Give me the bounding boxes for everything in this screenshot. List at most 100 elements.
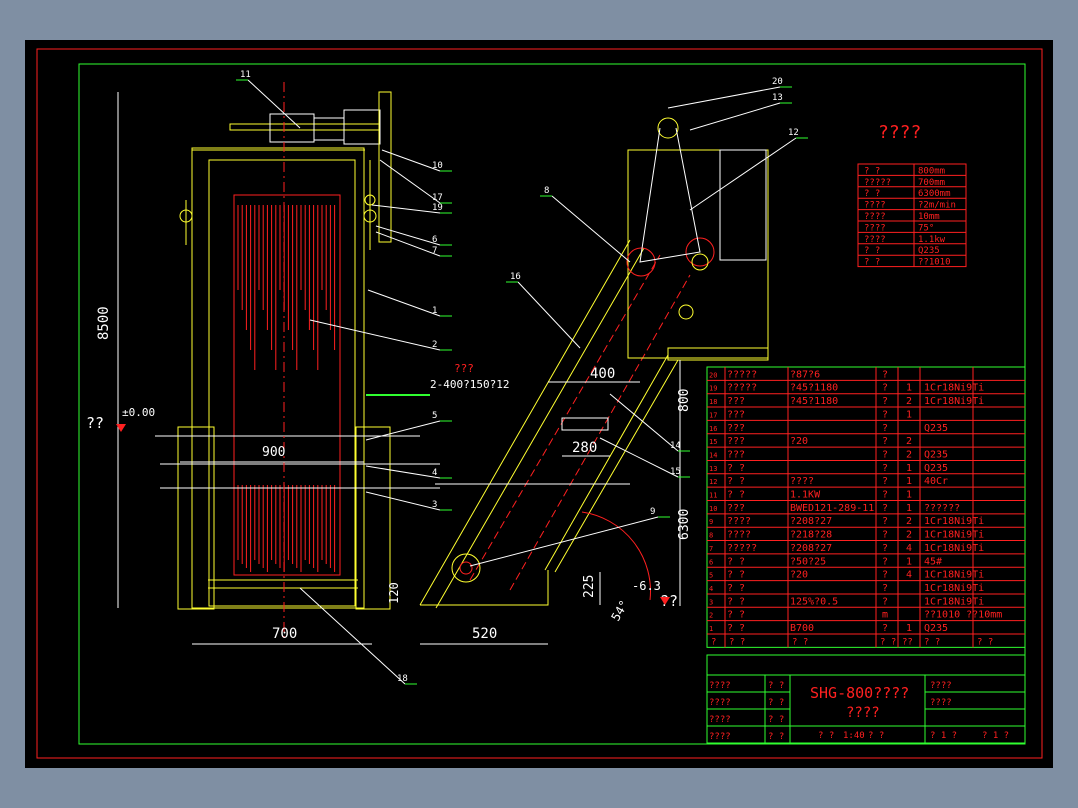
- bom-cell: ?45?1180: [790, 396, 838, 407]
- balloon-10: 10: [432, 161, 443, 171]
- param-value: Q235: [918, 246, 940, 256]
- cad-viewport: 8500900700 520400280800630022512054°-6.3±…: [25, 40, 1053, 768]
- bom-cell: 1.1KW: [790, 490, 821, 501]
- bom-cell: 10: [709, 505, 717, 513]
- bom-cell: ?: [882, 409, 888, 420]
- bom-cell: B700: [790, 623, 814, 634]
- bom-cell: ??????: [924, 503, 960, 514]
- level-note-left: ??: [86, 414, 104, 432]
- bom-cell: ?20: [790, 570, 808, 581]
- bom-cell: ???: [727, 449, 745, 460]
- balloon-6: 6: [432, 235, 437, 245]
- bom-cell: 1Cr18Ni9Ti: [924, 530, 984, 541]
- bom-cell: ?87?6: [790, 369, 820, 380]
- bom-cell: 1Cr18Ni9Ti: [924, 516, 984, 527]
- balloon-12: 12: [788, 128, 799, 138]
- bom-cell: Q235: [924, 623, 948, 634]
- bom-cell: 4: [709, 585, 713, 593]
- bom-cell: ? ?: [727, 623, 745, 634]
- bom-cell: ???: [727, 503, 745, 514]
- param-value: 10mm: [918, 212, 940, 222]
- bom-cell: 40Cr: [924, 476, 948, 487]
- title-cell-b: ? ?: [868, 731, 884, 741]
- bom-cell: 2: [906, 436, 912, 447]
- title-left-label: ????: [709, 698, 731, 708]
- bom-cell: 2: [906, 396, 912, 407]
- bom-cell: ?: [882, 449, 888, 460]
- scale-label: 1:40: [843, 731, 865, 741]
- bom-cell: ? ?: [727, 476, 745, 487]
- bom-cell: 2: [709, 612, 713, 620]
- dim-700: 700: [272, 626, 297, 642]
- param-label: ????: [864, 212, 886, 222]
- bom-cell: 1: [906, 476, 912, 487]
- bom-cell: ?: [882, 623, 888, 634]
- balloon-19: 19: [432, 203, 443, 213]
- bom-cell: 1Cr18Ni9Ti: [924, 383, 984, 394]
- elev-minus-6-3: -6.3: [632, 579, 661, 593]
- bom-cell: 17: [709, 411, 717, 419]
- bom-cell: ?45?1180: [790, 383, 838, 394]
- bom-cell: 1: [709, 625, 713, 633]
- bom-cell: ?: [882, 596, 888, 607]
- bom-cell: ?: [882, 396, 888, 407]
- title-left-mid: ? ?: [768, 681, 784, 691]
- balloon-3: 3: [432, 500, 437, 510]
- title-left-mid: ? ?: [768, 732, 784, 742]
- bom-cell: ?: [882, 369, 888, 380]
- bom-cell: 4: [906, 543, 912, 554]
- bom-cell: ???: [727, 409, 745, 420]
- sheet-b: ? 1 ?: [982, 731, 1009, 741]
- bom-cell: ?: [882, 503, 888, 514]
- param-label: ????: [864, 235, 886, 245]
- dim-280: 280: [572, 440, 597, 456]
- param-value: ?2m/min: [918, 201, 956, 211]
- bom-cell: ?: [882, 543, 888, 554]
- bom-cell: ?????: [727, 369, 757, 380]
- bom-cell: 1: [906, 463, 912, 474]
- bom-cell: ?: [882, 556, 888, 567]
- sheet-a: ? 1 ?: [930, 731, 957, 741]
- bom-cell: 1Cr18Ni9Ti: [924, 543, 984, 554]
- balloon-17: 17: [432, 193, 443, 203]
- title-left-label: ????: [709, 715, 731, 725]
- bom-cell: ?????: [727, 543, 757, 554]
- bom-cell: 12: [709, 478, 717, 486]
- balloon-1: 1: [432, 306, 437, 316]
- bom-cell: 1Cr18Ni9Ti: [924, 583, 984, 594]
- dim-120: 120: [387, 582, 401, 604]
- bom-cell: 2: [906, 530, 912, 541]
- drawing-title: SHG-800????: [810, 684, 909, 702]
- bom-cell: 1: [906, 490, 912, 501]
- elev-zero: ±0.00: [122, 406, 155, 419]
- bom-cell: ?: [882, 476, 888, 487]
- bom-cell: ?208?27: [790, 543, 832, 554]
- dim-6300: 6300: [677, 509, 692, 540]
- hole-note-1: ???: [454, 362, 474, 375]
- balloon-7: 7: [432, 246, 437, 256]
- balloon-13: 13: [772, 93, 783, 103]
- param-label: ? ?: [864, 246, 880, 256]
- drawing-subtitle: ????: [846, 705, 880, 721]
- bom-cell: 1Cr18Ni9Ti: [924, 596, 984, 607]
- bom-cell: 1: [906, 383, 912, 394]
- bom-cell: 3: [709, 598, 713, 606]
- bom-cell: 45#: [924, 556, 942, 567]
- bom-cell: ????: [727, 530, 751, 541]
- bom-header: ? ?: [924, 637, 940, 647]
- dim-800: 800: [677, 389, 692, 412]
- bom-cell: 16: [709, 425, 717, 433]
- balloon-9: 9: [650, 507, 655, 517]
- balloon-16: 16: [510, 272, 521, 282]
- bom-header: ? ?: [792, 637, 808, 647]
- bom-header: ??: [902, 637, 913, 647]
- bom-cell: ? ?: [727, 490, 745, 501]
- bom-cell: ????: [727, 516, 751, 527]
- bom-cell: ?: [882, 383, 888, 394]
- balloon-4: 4: [432, 468, 437, 478]
- title-left-mid: ? ?: [768, 715, 784, 725]
- bom-cell: ?20: [790, 436, 808, 447]
- bom-cell: 19: [709, 385, 717, 393]
- bom-cell: 125%?0.5: [790, 596, 838, 607]
- bom-cell: ??1010 ??10mm: [924, 610, 1002, 621]
